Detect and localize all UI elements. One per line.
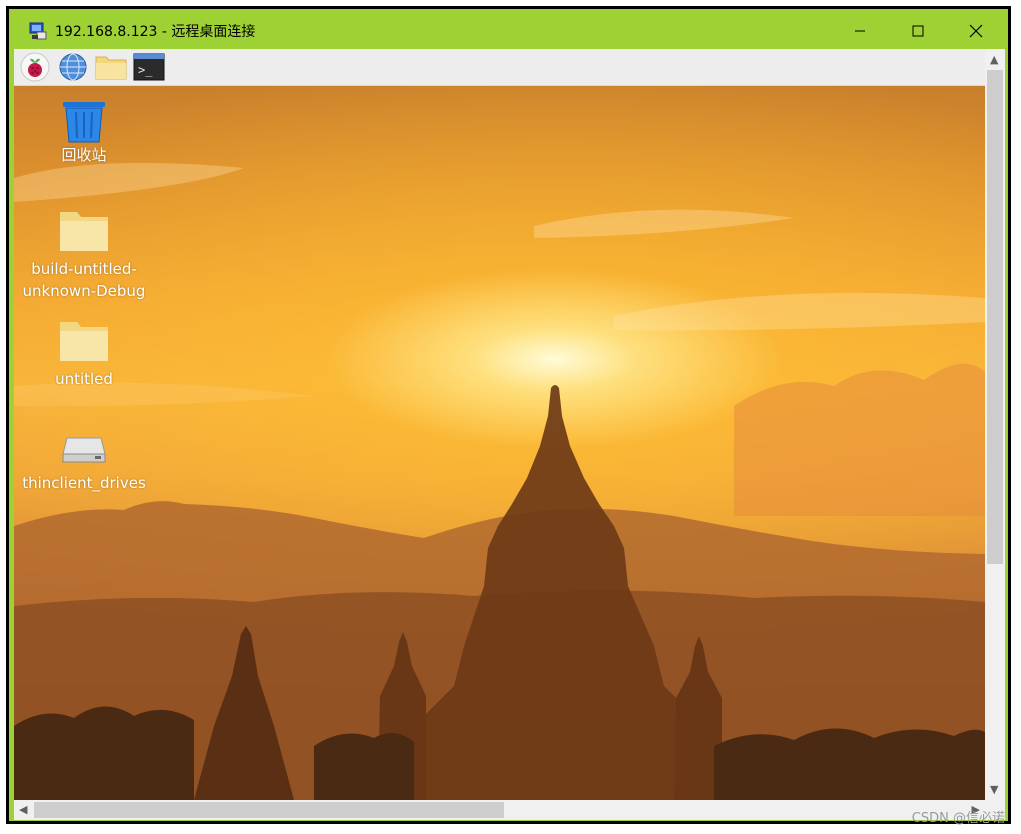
web-browser-button[interactable]	[54, 50, 92, 84]
vertical-scrollbar[interactable]: ▲ ▼	[985, 49, 1005, 800]
trash-icon	[63, 102, 105, 143]
desktop-icon-thinclient-drives[interactable]: thinclient_drives	[14, 436, 154, 494]
terminal-button[interactable]: >_	[130, 50, 168, 84]
window-title: 192.168.8.123 - 远程桌面连接	[55, 23, 256, 40]
desktop-icon-label: 回收站	[61, 146, 107, 164]
scroll-up-arrow-icon[interactable]: ▲	[990, 53, 998, 66]
maximize-icon	[912, 25, 924, 36]
wallpaper-scenery	[14, 162, 985, 800]
desktop-icon-recycle-bin[interactable]: 回收站	[14, 100, 154, 166]
globe-icon	[59, 53, 87, 81]
maximize-button[interactable]	[889, 12, 947, 49]
folder-icon	[60, 212, 108, 251]
desktop-icon-label: untitled	[55, 370, 113, 388]
remote-desktop-icon	[29, 22, 47, 39]
remote-desktop-viewport[interactable]: >_ 回收站 build-untitled- unknown-Debug unt…	[14, 49, 1005, 820]
taskbar-panel: >_	[14, 49, 985, 86]
horizontal-scrollbar[interactable]: ◀ ▶	[14, 800, 985, 820]
close-icon	[969, 24, 983, 37]
desktop-icon-untitled-folder[interactable]: untitled	[14, 320, 154, 390]
watermark: CSDN @信必诺	[911, 811, 1005, 826]
terminal-glyph: >_	[138, 63, 153, 77]
folder-icon	[95, 56, 127, 80]
minimize-icon	[855, 30, 865, 31]
vertical-scroll-thumb[interactable]	[987, 70, 1003, 564]
desktop-icon-label: thinclient_drives	[22, 474, 146, 492]
desktop-wallpaper: 回收站 build-untitled- unknown-Debug untitl…	[14, 86, 985, 800]
raspberry-menu-button[interactable]	[16, 50, 54, 84]
desktop-icon-build-folder[interactable]: build-untitled- unknown-Debug	[14, 210, 154, 302]
close-button[interactable]	[947, 12, 1005, 49]
label-line-2: unknown-Debug	[22, 282, 146, 300]
horizontal-scroll-thumb[interactable]	[34, 802, 504, 818]
minimize-button[interactable]	[831, 12, 889, 49]
title-bar[interactable]: 192.168.8.123 - 远程桌面连接	[12, 12, 1005, 49]
raspberry-icon	[20, 52, 50, 82]
scroll-left-arrow-icon[interactable]: ◀	[19, 803, 27, 816]
file-manager-button[interactable]	[92, 50, 130, 84]
drive-icon	[62, 437, 106, 463]
label-line-1: build-untitled-	[31, 260, 137, 278]
desktop-icon-label: build-untitled- unknown-Debug	[23, 258, 146, 302]
folder-icon	[60, 322, 108, 361]
remote-desktop-window: 192.168.8.123 - 远程桌面连接 >_ 回收站 build-unti…	[6, 6, 1011, 824]
terminal-icon: >_	[133, 53, 165, 81]
scroll-down-arrow-icon[interactable]: ▼	[990, 783, 998, 796]
